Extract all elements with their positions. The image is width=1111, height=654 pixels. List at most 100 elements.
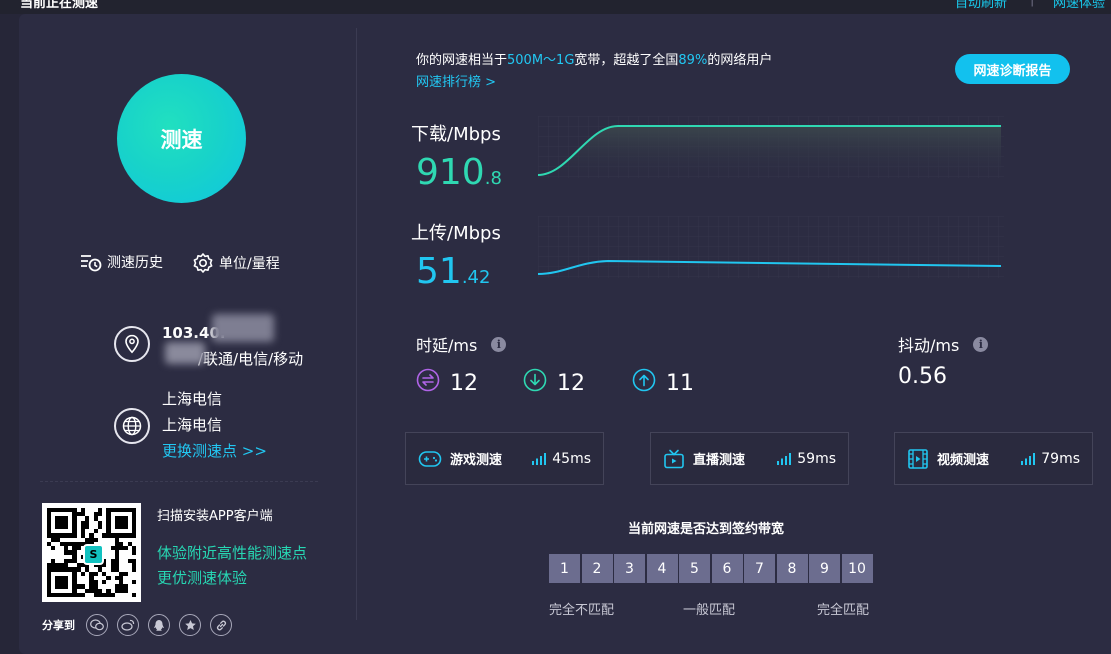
scale-cell-6[interactable]: 6 [711, 554, 743, 583]
jitter-label-text: 抖动/ms [898, 336, 960, 355]
upload-chart-grid [538, 216, 1004, 278]
unit-range-button[interactable]: 单位/量程 [192, 252, 280, 274]
scale-high-label: 完全匹配 [817, 603, 870, 618]
history-icon [80, 252, 102, 272]
scale-cell-7[interactable]: 7 [744, 554, 775, 583]
percentile: 89% [678, 53, 708, 68]
scale-cell-10[interactable]: 10 [841, 554, 873, 583]
gear-icon [192, 252, 214, 274]
qzone-star-share-icon[interactable] [179, 614, 201, 636]
download-chart-area [538, 126, 1001, 178]
bandwidth-match-scale: 1 2 3 4 5 6 7 8 9 10 [549, 554, 873, 583]
app-benefit-1: 体验附近高性能测速点 [157, 544, 308, 562]
isp-list-text: /联通/电信/移动 [198, 350, 304, 368]
video-latency: 79ms [1041, 450, 1080, 467]
speed-summary: 你的网速相当于500M～1G宽带，超越了全国89%的网络用户 [416, 49, 772, 68]
download-label: 下载/Mbps [411, 124, 501, 145]
location-pin-icon [114, 326, 150, 362]
latency-download-value: 12 [557, 370, 585, 396]
wechat-share-icon[interactable] [86, 614, 108, 636]
latency-label: 时延/ms i [416, 332, 507, 356]
header-separator: | [1030, 0, 1034, 7]
download-speed-chart [538, 116, 1004, 178]
auto-refresh-link[interactable]: 自动刷新 [955, 0, 1007, 11]
upload-speed-chart [538, 216, 1004, 278]
latency-info-icon[interactable]: i [491, 336, 507, 352]
scale-low-label: 完全不匹配 [549, 603, 615, 618]
ip-info: 103.40. /联通/电信/移动 [114, 320, 303, 372]
redacted-isp-block [165, 342, 205, 364]
scale-cell-2[interactable]: 2 [581, 554, 613, 583]
latency-idle: 12 [416, 368, 478, 398]
start-speedtest-label: 测速 [160, 127, 203, 152]
signal-bars-icon [777, 452, 792, 465]
app-qr-code: S [42, 503, 141, 602]
signal-bars-icon [1021, 452, 1036, 465]
upload-speed: 51.42 [416, 251, 490, 292]
scale-mid-label: 一般匹配 [683, 603, 736, 618]
history-label: 测速历史 [107, 255, 163, 271]
scale-cell-4[interactable]: 4 [646, 554, 678, 583]
scale-cell-1[interactable]: 1 [549, 554, 580, 583]
game-speedtest-label: 游戏测速 [450, 453, 503, 468]
diagnosis-report-button[interactable]: 网速诊断报告 [955, 54, 1070, 84]
tv-icon [663, 448, 685, 470]
gamepad-icon [418, 450, 442, 468]
summary-middle: 宽带，超越了全国 [574, 53, 679, 68]
app-logo-icon: S [83, 544, 104, 565]
scale-cell-9[interactable]: 9 [809, 554, 840, 583]
latency-download: 12 [523, 368, 585, 398]
experience-link[interactable]: 网速体验 [1053, 0, 1105, 11]
signal-bars-icon [532, 452, 547, 465]
start-speedtest-button[interactable]: 测速 [117, 74, 246, 203]
share-label: 分享到 [42, 619, 75, 632]
header-title: 当前正在测速 [20, 0, 99, 11]
unit-range-label: 单位/量程 [219, 256, 280, 272]
film-icon [907, 448, 929, 470]
download-speed: 910.8 [416, 152, 502, 193]
upload-label: 上传/Mbps [411, 223, 501, 244]
live-speedtest-label: 直播测速 [693, 453, 746, 468]
left-divider [40, 481, 318, 482]
download-speed-int: 910 [416, 152, 485, 193]
latency-label-text: 时延/ms [416, 336, 478, 355]
scale-cell-8[interactable]: 8 [776, 554, 808, 583]
summary-suffix: 的网络用户 [707, 53, 773, 68]
download-arrow-icon [523, 368, 547, 398]
weibo-share-icon[interactable] [117, 614, 139, 636]
column-divider [356, 28, 357, 620]
jitter-info-icon[interactable]: i [973, 336, 989, 352]
video-speedtest-label: 视频测速 [937, 453, 990, 468]
summary-prefix: 你的网速相当于 [416, 53, 508, 68]
change-server-link[interactable]: 更换测速点 >> [162, 438, 267, 464]
game-speedtest-card[interactable]: 游戏测速 45ms [405, 432, 604, 485]
scale-cell-5[interactable]: 5 [679, 554, 710, 583]
qq-share-icon[interactable] [148, 614, 170, 636]
bandwidth-match-title: 当前网速是否达到签约带宽 [628, 522, 785, 537]
server-info: 上海电信 上海电信 更换测速点 >> [114, 386, 267, 464]
upload-arrow-icon [632, 368, 656, 398]
top-strip: 当前正在测速 自动刷新 | 网速体验 [0, 0, 1111, 14]
live-latency: 59ms [797, 450, 836, 467]
server-name-1: 上海电信 [162, 390, 223, 408]
scale-cell-3[interactable]: 3 [614, 554, 645, 583]
game-latency: 45ms [552, 450, 591, 467]
live-speedtest-card[interactable]: 直播测速 59ms [650, 432, 849, 485]
server-name-2: 上海电信 [162, 416, 223, 434]
jitter-value: 0.56 [898, 364, 947, 389]
download-speed-dec: .8 [484, 168, 502, 189]
upload-speed-int: 51 [416, 251, 462, 292]
speed-ranking-link[interactable]: 网速排行榜 > [416, 71, 496, 90]
globe-icon [114, 408, 150, 444]
copy-link-share-icon[interactable] [210, 614, 232, 636]
latency-upload: 11 [632, 368, 694, 398]
speedtest-history-button[interactable]: 测速历史 [80, 252, 163, 272]
swap-arrows-icon [416, 368, 440, 398]
jitter-label: 抖动/ms i [898, 332, 989, 356]
scan-install-text: 扫描安装APP客户端 [157, 509, 273, 524]
upload-speed-dec: .42 [461, 267, 491, 288]
share-bar: 分享到 [42, 614, 232, 636]
video-speedtest-card[interactable]: 视频测速 79ms [894, 432, 1093, 485]
latency-idle-value: 12 [450, 370, 478, 396]
latency-upload-value: 11 [666, 370, 694, 396]
